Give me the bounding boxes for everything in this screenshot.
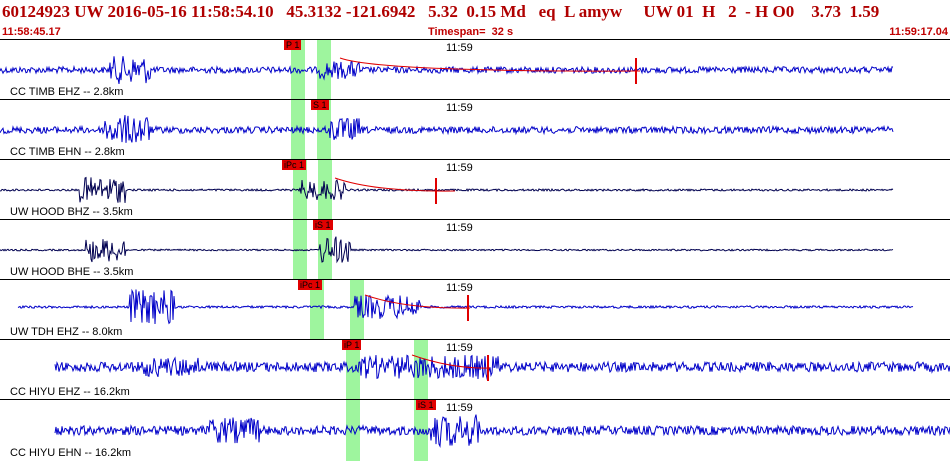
waveform-trace xyxy=(0,115,894,143)
channel-label: CC HIYU EHZ -- 16.2km xyxy=(10,386,130,398)
waveform-panels[interactable]: P 1 11:59 CC TIMB EHZ -- 2.8km S 1 11:59… xyxy=(0,39,950,461)
waveform-panel[interactable]: P 1 11:59 CC TIMB EHZ -- 2.8km xyxy=(0,39,950,100)
minute-tick-label: 11:59 xyxy=(446,342,473,354)
waveform-trace xyxy=(54,354,950,381)
channel-label: UW HOOD BHZ -- 3.5km xyxy=(10,206,133,218)
waveform-trace xyxy=(0,236,894,264)
phase-pick-marker[interactable]: iPc 1 xyxy=(298,280,323,290)
phase-pick-marker[interactable]: iS 1 xyxy=(416,400,436,410)
phase-pick-marker[interactable]: P 1 xyxy=(284,40,302,50)
phase-pick-marker[interactable]: S 1 xyxy=(311,100,329,110)
waveform-trace xyxy=(0,56,894,84)
phase-pick-marker[interactable]: iPc 1 xyxy=(282,160,307,170)
waveform-line xyxy=(0,115,894,143)
waveform-line xyxy=(0,236,894,264)
event-summary-line: 60124923 UW 2016-05-16 11:58:54.10 45.31… xyxy=(2,2,880,21)
minute-tick-label: 11:59 xyxy=(446,222,473,234)
waveform-panel[interactable]: S 1 11:59 CC TIMB EHN -- 2.8km xyxy=(0,99,950,160)
phase-pick-marker[interactable]: iP 1 xyxy=(342,340,362,350)
waveform-line xyxy=(0,176,894,203)
minute-tick-label: 11:59 xyxy=(446,42,473,54)
waveform-line xyxy=(54,354,950,381)
end-time-label: 11:59:17.04 xyxy=(889,26,948,38)
minute-tick-label: 11:59 xyxy=(446,102,473,114)
channel-label: UW TDH EHZ -- 8.0km xyxy=(10,326,123,338)
timespan-label: Timespan= 32 s xyxy=(428,26,514,38)
start-time-label: 11:58:45.17 xyxy=(2,26,61,38)
waveform-trace xyxy=(0,176,894,204)
waveform-trace xyxy=(17,288,914,325)
event-header: 60124923 UW 2016-05-16 11:58:54.10 45.31… xyxy=(0,0,950,26)
waveform-line xyxy=(54,414,950,448)
channel-label: CC TIMB EHZ -- 2.8km xyxy=(10,86,124,98)
waveform-panel[interactable]: iS 1 11:59 UW HOOD BHE -- 3.5km xyxy=(0,219,950,280)
phase-pick-marker[interactable]: iS 1 xyxy=(313,220,333,230)
waveform-panel[interactable]: iS 1 11:59 CC HIYU EHN -- 16.2km xyxy=(0,399,950,461)
minute-tick-label: 11:59 xyxy=(446,282,473,294)
minute-tick-label: 11:59 xyxy=(446,162,473,174)
waveform-panel[interactable]: iPc 1 11:59 UW HOOD BHZ -- 3.5km xyxy=(0,159,950,220)
waveform-line xyxy=(0,56,894,84)
waveform-line xyxy=(17,288,914,325)
channel-label: CC HIYU EHN -- 16.2km xyxy=(10,447,132,459)
waveform-panel[interactable]: iPc 1 11:59 UW TDH EHZ -- 8.0km xyxy=(0,279,950,340)
channel-label: CC TIMB EHN -- 2.8km xyxy=(10,146,125,158)
waveform-trace xyxy=(54,414,950,448)
minute-tick-label: 11:59 xyxy=(446,402,473,414)
waveform-panel[interactable]: iP 1 11:59 CC HIYU EHZ -- 16.2km xyxy=(0,339,950,400)
channel-label: UW HOOD BHE -- 3.5km xyxy=(10,266,134,278)
